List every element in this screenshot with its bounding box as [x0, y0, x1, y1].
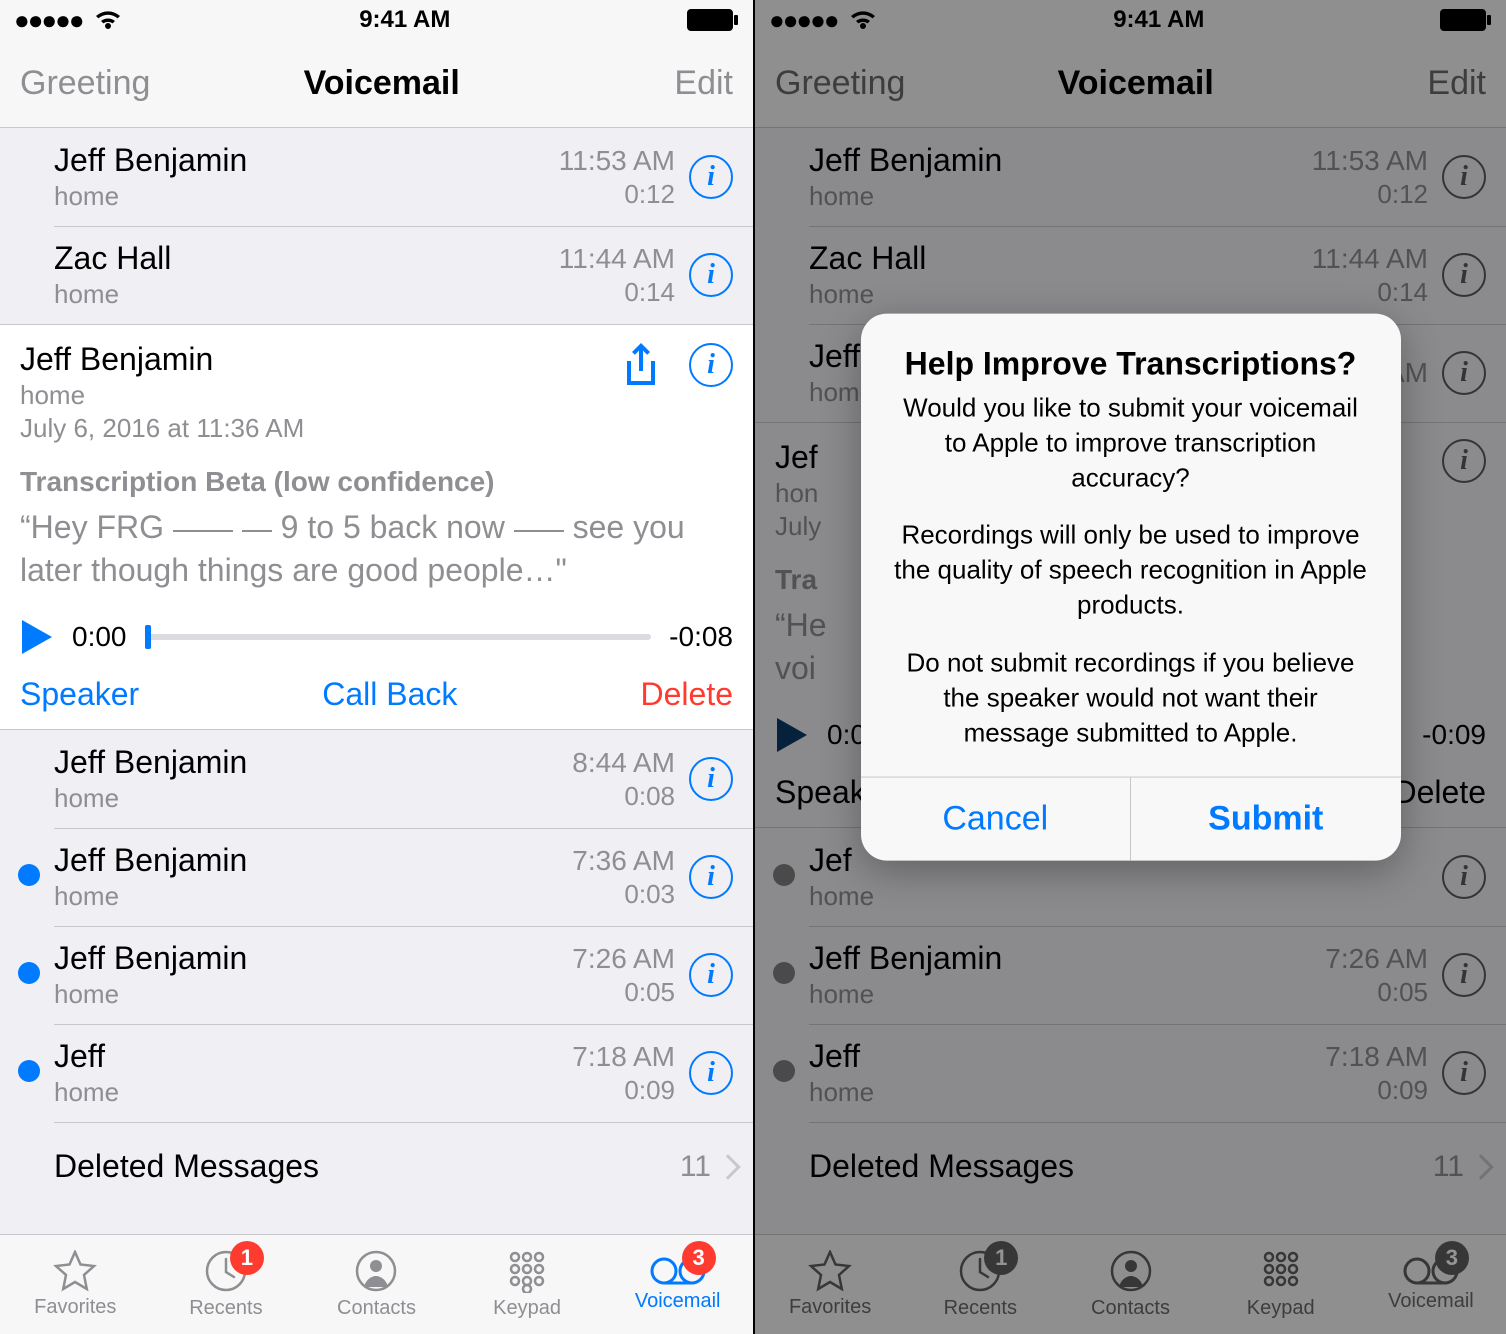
unread-dot-icon — [18, 962, 40, 984]
tab-voicemail[interactable]: 3 Voicemail — [602, 1235, 753, 1334]
status-time: 9:41 AM — [359, 6, 450, 34]
unread-dot-icon — [18, 864, 40, 886]
signal-dots-icon: ●●●●● — [14, 5, 83, 36]
deleted-label: Deleted Messages — [54, 1148, 319, 1185]
info-icon[interactable]: i — [689, 253, 733, 297]
caller-label: home — [54, 279, 559, 310]
voicemail-row[interactable]: Jeff Benjamin home 8:44 AM 0:08 i — [0, 730, 753, 828]
alert-text: Do not submit recordings if you believe … — [891, 645, 1371, 750]
call-duration: 0:05 — [572, 977, 675, 1008]
battery-icon — [687, 9, 739, 31]
tab-label: Contacts — [337, 1297, 416, 1320]
caller-name: Jeff — [54, 1038, 572, 1075]
call-duration: 0:09 — [572, 1075, 675, 1106]
cancel-button[interactable]: Cancel — [861, 777, 1131, 860]
caller-label: home — [54, 783, 572, 814]
call-time: 7:18 AM — [572, 1041, 675, 1073]
caller-name: Jeff Benjamin — [20, 341, 304, 378]
unread-dot-icon — [18, 1060, 40, 1082]
voicemail-row[interactable]: Jeff Benjamin home 7:26 AM 0:05 i — [0, 926, 753, 1024]
deleted-messages-row[interactable]: Deleted Messages 11 — [0, 1122, 753, 1211]
badge: 3 — [682, 1241, 716, 1275]
edit-button[interactable]: Edit — [613, 64, 733, 103]
caller-name: Jeff Benjamin — [54, 940, 572, 977]
delete-button[interactable]: Delete — [641, 676, 734, 713]
scrubber-track[interactable] — [145, 634, 652, 640]
badge: 1 — [230, 1241, 264, 1275]
call-time: 8:44 AM — [572, 747, 675, 779]
caller-name: Jeff Benjamin — [54, 142, 559, 179]
voicemail-row[interactable]: Jeff Benjamin home 11:53 AM 0:12 i — [0, 128, 753, 226]
chevron-right-icon — [715, 1154, 740, 1179]
voicemail-expanded: Jeff Benjamin home July 6, 2016 at 11:36… — [0, 324, 753, 730]
info-icon[interactable]: i — [689, 343, 733, 387]
wifi-icon — [93, 9, 123, 31]
playback-controls: 0:00 -0:08 — [20, 618, 733, 656]
voicemail-row[interactable]: Zac Hall home 11:44 AM 0:14 i — [0, 226, 753, 324]
caller-label: home — [54, 881, 572, 912]
alert-title: Help Improve Transcriptions? — [891, 346, 1371, 383]
play-icon[interactable] — [20, 618, 54, 656]
info-icon[interactable]: i — [689, 757, 733, 801]
call-time: 11:44 AM — [559, 243, 675, 275]
transcription-heading: Transcription Beta (low confidence) — [20, 466, 733, 498]
alert-text: Would you like to submit your voicemail … — [891, 391, 1371, 496]
scrubber-thumb[interactable] — [145, 625, 151, 649]
deleted-count: 11 — [680, 1150, 711, 1184]
info-icon[interactable]: i — [689, 953, 733, 997]
submit-button[interactable]: Submit — [1130, 777, 1401, 860]
alert-text: Recordings will only be used to improve … — [891, 518, 1371, 623]
tab-label: Recents — [189, 1297, 262, 1320]
call-date: July 6, 2016 at 11:36 AM — [20, 413, 304, 444]
caller-label: home — [54, 181, 559, 212]
call-duration: 0:12 — [559, 179, 675, 210]
tab-keypad[interactable]: Keypad — [452, 1235, 603, 1334]
tab-recents[interactable]: 1 Recents — [151, 1235, 302, 1334]
caller-label: home — [54, 1077, 572, 1108]
greeting-button[interactable]: Greeting — [20, 64, 150, 103]
call-time: 7:26 AM — [572, 943, 675, 975]
caller-label: home — [54, 979, 572, 1010]
phone-right: ●●●●● 9:41 AM Greeting Voicemail Edit Je… — [753, 0, 1506, 1334]
speaker-button[interactable]: Speaker — [20, 676, 139, 713]
call-duration: 0:14 — [559, 277, 675, 308]
tab-favorites[interactable]: Favorites — [0, 1235, 151, 1334]
tab-label: Keypad — [493, 1297, 561, 1320]
caller-name: Jeff Benjamin — [54, 744, 572, 781]
phone-left: ●●●●● 9:41 AM Greeting Voicemail Edit Je… — [0, 0, 753, 1334]
alert-dialog: Help Improve Transcriptions? Would you l… — [861, 314, 1401, 861]
tab-label: Voicemail — [635, 1290, 721, 1313]
tab-contacts[interactable]: Contacts — [301, 1235, 452, 1334]
callback-button[interactable]: Call Back — [322, 676, 457, 713]
voicemail-list[interactable]: Jeff Benjamin home 11:53 AM 0:12 i Zac H… — [0, 128, 753, 1234]
call-duration: 0:03 — [572, 879, 675, 910]
nav-bar: Greeting Voicemail Edit — [0, 40, 753, 128]
transcription-text: “Hey FRG 9 to 5 back now see you later t… — [20, 506, 733, 592]
caller-name: Zac Hall — [54, 240, 559, 277]
call-time: 11:53 AM — [559, 145, 675, 177]
info-icon[interactable]: i — [689, 1051, 733, 1095]
caller-name: Jeff Benjamin — [54, 842, 572, 879]
status-bar: ●●●●● 9:41 AM — [0, 0, 753, 40]
call-duration: 0:08 — [572, 781, 675, 812]
info-icon[interactable]: i — [689, 155, 733, 199]
tab-bar: Favorites 1 Recents Contacts Keypad 3 Vo… — [0, 1234, 753, 1334]
caller-label: home — [20, 380, 304, 411]
voicemail-row[interactable]: Jeff home 7:18 AM 0:09 i — [0, 1024, 753, 1122]
remaining-time: -0:08 — [669, 621, 733, 653]
info-icon[interactable]: i — [689, 855, 733, 899]
call-time: 7:36 AM — [572, 845, 675, 877]
tab-label: Favorites — [34, 1296, 116, 1319]
voicemail-row[interactable]: Jeff Benjamin home 7:36 AM 0:03 i — [0, 828, 753, 926]
page-title: Voicemail — [304, 64, 460, 103]
elapsed-time: 0:00 — [72, 621, 127, 653]
share-icon[interactable] — [621, 341, 661, 389]
